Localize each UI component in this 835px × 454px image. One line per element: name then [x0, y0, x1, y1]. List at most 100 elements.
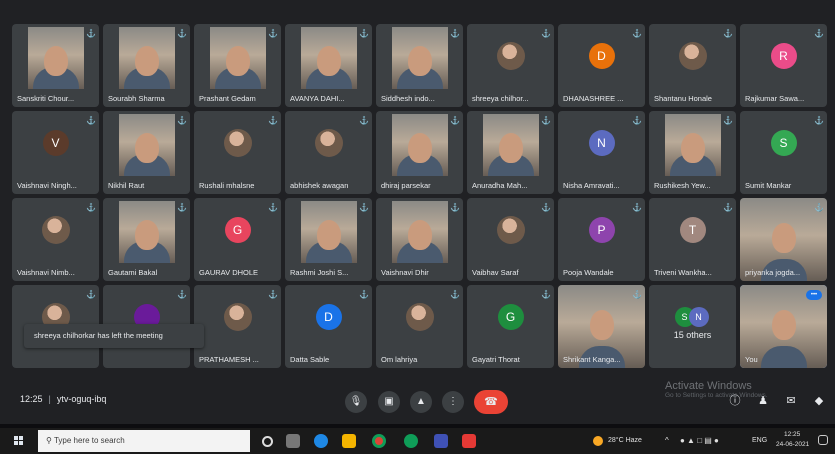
- participant-tile[interactable]: ⚓ Vaishnavi Dhir: [376, 198, 463, 281]
- mic-muted-icon: ⚓: [359, 116, 369, 125]
- more-options-button[interactable]: ⋮: [442, 391, 464, 413]
- participant-tile[interactable]: ⚓ dhiraj parsekar: [376, 111, 463, 194]
- participant-name: Rajkumar Sawa...: [745, 94, 805, 103]
- participant-tile[interactable]: S ⚓ Sumit Mankar: [740, 111, 827, 194]
- activities-button[interactable]: ◆: [811, 393, 827, 409]
- self-tile[interactable]: ••• You: [740, 285, 827, 368]
- participant-tile[interactable]: ⚓ AVANYA DAHI...: [285, 24, 372, 107]
- cortana-icon[interactable]: [262, 436, 273, 447]
- tray-chevron-icon[interactable]: ^: [665, 436, 669, 445]
- taskbar-search-box[interactable]: ⚲ Type here to search: [38, 430, 250, 452]
- language-indicator[interactable]: ENG: [752, 437, 767, 444]
- clock-date[interactable]: 24-06-2021: [776, 441, 809, 448]
- chrome-icon[interactable]: [372, 434, 386, 448]
- mic-muted-icon: ⚓: [359, 203, 369, 212]
- participant-tile[interactable]: ⚓ Rashmi Joshi S...: [285, 198, 372, 281]
- more-vert-icon: ⋮: [448, 396, 458, 407]
- participant-tile[interactable]: ⚓ Shantanu Honale: [649, 24, 736, 107]
- participant-tile[interactable]: ⚓ shreeya chilhor...: [467, 24, 554, 107]
- edge-browser-icon[interactable]: [314, 434, 328, 448]
- windows-start-icon[interactable]: [14, 436, 24, 446]
- participant-name: Shrikant Kanga...: [563, 355, 621, 364]
- participant-tile[interactable]: T ⚓ Triveni Wankha...: [649, 198, 736, 281]
- participant-tile[interactable]: ⚓ abhishek awagan: [285, 111, 372, 194]
- participant-tile[interactable]: ⚓ Nikhil Raut: [103, 111, 190, 194]
- more-options-icon[interactable]: •••: [806, 290, 822, 300]
- mic-muted-icon: ⚓: [359, 29, 369, 38]
- participant-name: Gautami Bakal: [108, 268, 158, 277]
- notification-icon[interactable]: [818, 435, 828, 445]
- participant-name: Triveni Wankha...: [654, 268, 712, 277]
- participant-tile[interactable]: ⚓ Rushikesh Yew...: [649, 111, 736, 194]
- mic-muted-icon: ⚓: [86, 29, 96, 38]
- meeting-details-button[interactable]: ⓘ: [727, 393, 743, 409]
- participant-avatar: N: [588, 129, 615, 156]
- mic-toggle-button[interactable]: 🎙: [345, 391, 367, 413]
- mic-muted-icon: ⚓: [177, 116, 187, 125]
- participant-tile[interactable]: R ⚓ Rajkumar Sawa...: [740, 24, 827, 107]
- participant-tile[interactable]: P ⚓ Pooja Wandale: [558, 198, 645, 281]
- participant-avatar: G: [224, 216, 251, 243]
- video-feed: [391, 201, 448, 263]
- participant-name: abhishek awagan: [290, 181, 349, 190]
- participant-name: AVANYA DAHI...: [290, 94, 345, 103]
- participant-tile[interactable]: ⚓ PRATHAMESH ...: [194, 285, 281, 368]
- camera-toggle-button[interactable]: ▣: [378, 391, 400, 413]
- participant-name: shreeya chilhor...: [472, 94, 529, 103]
- participant-name: Sanskriti Chour...: [17, 94, 75, 103]
- task-view-icon[interactable]: [286, 434, 300, 448]
- participant-tile[interactable]: G ⚓ GAURAV DHOLE: [194, 198, 281, 281]
- app-icon-sigma[interactable]: [434, 434, 448, 448]
- participant-tile[interactable]: ⚓ Om lahriya: [376, 285, 463, 368]
- end-call-button[interactable]: ☎: [474, 390, 508, 414]
- present-screen-button[interactable]: ▲: [410, 391, 432, 413]
- participant-tile[interactable]: D ⚓ Datta Sable: [285, 285, 372, 368]
- mic-muted-icon: ⚓: [450, 290, 460, 299]
- participant-tile[interactable]: G ⚓ Gayatri Thorat: [467, 285, 554, 368]
- people-button[interactable]: ♟: [755, 393, 771, 409]
- search-placeholder: Type here to search: [53, 436, 125, 445]
- participant-tile[interactable]: ⚓ Vaibhav Saraf: [467, 198, 554, 281]
- profile-photo: [314, 128, 343, 157]
- participant-tile[interactable]: ⚓ Vaishnavi Nimb...: [12, 198, 99, 281]
- participant-name: Prashant Gedam: [199, 94, 256, 103]
- chat-button[interactable]: ✉: [783, 393, 799, 409]
- participant-avatar: D: [315, 303, 342, 330]
- participant-tile[interactable]: ⚓ Sanskriti Chour...: [12, 24, 99, 107]
- participant-name: Nisha Amravati...: [563, 181, 620, 190]
- mic-muted-icon: ⚓: [632, 290, 642, 299]
- file-explorer-icon[interactable]: [342, 434, 356, 448]
- mic-muted-icon: ⚓: [86, 290, 96, 299]
- weather-text[interactable]: 28°C Haze: [608, 437, 642, 444]
- mic-muted-icon: ⚓: [450, 203, 460, 212]
- others-tile[interactable]: S N 15 others: [649, 285, 736, 368]
- participant-tile[interactable]: N ⚓ Nisha Amravati...: [558, 111, 645, 194]
- participant-name: GAURAV DHOLE: [199, 268, 259, 277]
- participant-tile[interactable]: V ⚓ Vaishnavi Ningh...: [12, 111, 99, 194]
- participant-tile[interactable]: ⚓ Prashant Gedam: [194, 24, 281, 107]
- participant-tile[interactable]: ⚓ Rushali mhalsne: [194, 111, 281, 194]
- tray-icons[interactable]: ● ▲ □ ▤ ●: [680, 436, 719, 445]
- app-icon-green[interactable]: [404, 434, 418, 448]
- info-separator: |: [48, 394, 51, 404]
- mic-muted-icon: ⚓: [541, 203, 551, 212]
- participant-avatar: R: [770, 42, 797, 69]
- mic-muted-icon: ⚓: [632, 116, 642, 125]
- participant-tile[interactable]: ⚓ Siddhesh indo...: [376, 24, 463, 107]
- participant-tile[interactable]: ⚓ Anuradha Mah...: [467, 111, 554, 194]
- person-face: [134, 45, 159, 76]
- profile-photo: [496, 41, 525, 70]
- participant-tile[interactable]: ⚓ priyanka jogda...: [740, 198, 827, 281]
- mic-muted-icon: ⚓: [268, 116, 278, 125]
- participant-tile[interactable]: ⚓ Sourabh Sharma: [103, 24, 190, 107]
- participant-tile[interactable]: ⚓ Shrikant Kanga...: [558, 285, 645, 368]
- clock-time[interactable]: 12:25: [784, 431, 800, 438]
- participant-tile[interactable]: ⚓ Gautami Bakal: [103, 198, 190, 281]
- person-face: [589, 309, 614, 340]
- info-icon: ⓘ: [729, 395, 741, 407]
- meeting-time: 12:25: [20, 394, 43, 404]
- participant-tile[interactable]: D ⚓ DHANASHREE ...: [558, 24, 645, 107]
- app-icon-red[interactable]: [462, 434, 476, 448]
- mic-muted-icon: ⚓: [268, 290, 278, 299]
- mic-muted-icon: ⚓: [177, 29, 187, 38]
